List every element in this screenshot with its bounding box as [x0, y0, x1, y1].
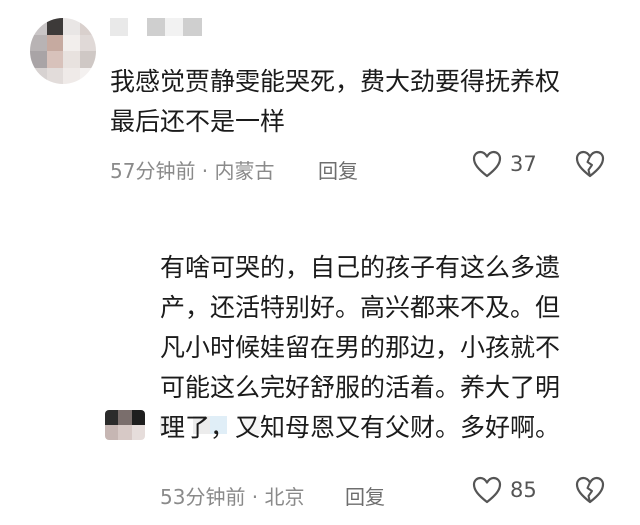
mosaic-cell	[79, 34, 96, 51]
mosaic-cell	[201, 18, 220, 36]
mosaic-cell	[118, 425, 132, 440]
like-button[interactable]: 37	[472, 150, 537, 178]
mosaic-cell	[63, 67, 80, 84]
comment-text-line: 最后还不是一样	[110, 107, 286, 136]
comment-text-line: 我感觉贾静雯能哭死，费大劲要得抚养权	[110, 67, 561, 96]
like-count: 85	[510, 478, 537, 502]
mosaic-cell	[30, 67, 47, 84]
mosaic-cell	[105, 425, 119, 440]
mosaic-cell	[165, 18, 184, 36]
comment-item: 我感觉贾静雯能哭死，费大劲要得抚养权 最后还不是一样 57分钟前 · 内蒙古 回…	[0, 0, 640, 200]
heart-icon	[472, 150, 502, 178]
mosaic-cell	[105, 410, 119, 425]
mosaic-cell	[46, 51, 63, 68]
comment-text-line: 可能这么完好舒服的活着。养大了明	[160, 373, 561, 402]
avatar[interactable]	[105, 410, 145, 440]
mosaic-cell	[131, 425, 145, 440]
like-button[interactable]: 85	[472, 476, 537, 504]
avatar[interactable]	[30, 18, 96, 84]
mosaic-cell	[63, 51, 80, 68]
mosaic-cell	[79, 67, 96, 84]
mosaic-cell	[63, 18, 80, 35]
mosaic-cell	[46, 18, 63, 35]
mosaic-cell	[128, 18, 147, 36]
mosaic-cell	[79, 51, 96, 68]
time-location: 57分钟前 · 内蒙古	[110, 159, 275, 183]
time-location: 53分钟前 · 北京	[160, 485, 305, 509]
like-count: 37	[510, 152, 537, 176]
comment-meta: 53分钟前 · 北京 回复 85	[0, 476, 640, 510]
comment-text-line: 有啥可哭的，自己的孩子有这么多遗	[160, 253, 561, 282]
comment-text-line: 理了，又知母恩又有父财。多好啊。	[160, 413, 561, 442]
comment-text: 有啥可哭的，自己的孩子有这么多遗 产，还活特别好。高兴都来不及。但 凡小时候娃留…	[160, 248, 610, 448]
mosaic-cell	[79, 18, 96, 35]
heart-icon	[472, 476, 502, 504]
mosaic-cell	[30, 18, 47, 35]
mosaic-cell	[118, 410, 132, 425]
mosaic-cell	[146, 18, 165, 36]
mosaic-cell	[131, 410, 145, 425]
mosaic-cell	[63, 34, 80, 51]
mosaic-cell	[46, 67, 63, 84]
comment-meta: 57分钟前 · 内蒙古 回复 37	[0, 150, 640, 184]
dislike-button[interactable]	[575, 150, 605, 178]
broken-heart-icon	[575, 476, 605, 504]
comment-text-line: 凡小时候娃留在男的那边，小孩就不	[160, 333, 561, 362]
comment-text-line: 产，还活特别好。高兴都来不及。但	[160, 293, 561, 322]
comment-text: 我感觉贾静雯能哭死，费大劲要得抚养权 最后还不是一样	[110, 62, 620, 142]
username[interactable]	[110, 18, 220, 36]
mosaic-cell	[30, 34, 47, 51]
reply-button[interactable]: 回复	[345, 481, 385, 510]
mosaic-cell	[30, 51, 47, 68]
dislike-button[interactable]	[575, 476, 605, 504]
mosaic-cell	[46, 34, 63, 51]
mosaic-cell	[183, 18, 202, 36]
broken-heart-icon	[575, 150, 605, 178]
reply-button[interactable]: 回复	[318, 155, 358, 184]
mosaic-cell	[110, 18, 129, 36]
